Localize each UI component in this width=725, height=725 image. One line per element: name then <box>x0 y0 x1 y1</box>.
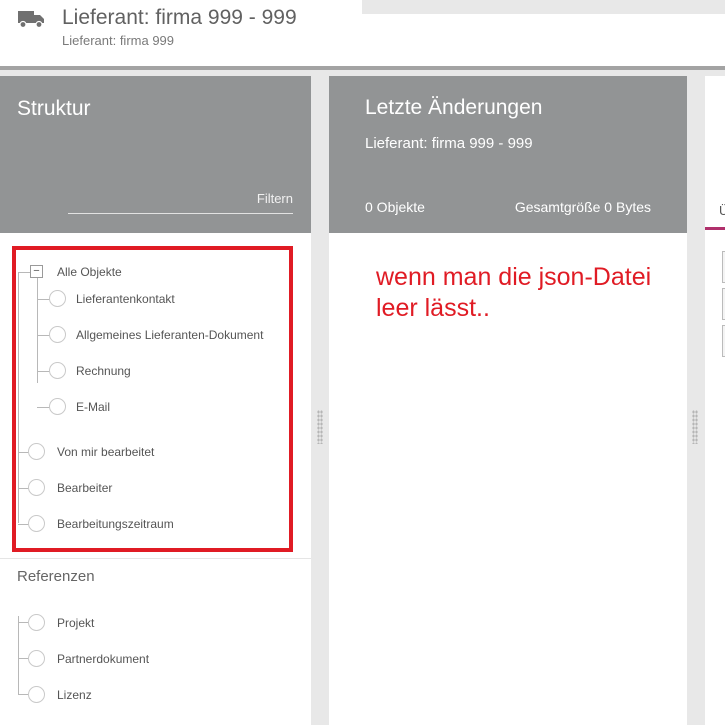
collapse-toggle-icon[interactable]: − <box>30 265 43 278</box>
filter-input[interactable]: Filtern <box>68 188 293 214</box>
tree-node-e-mail[interactable]: E-Mail <box>76 400 110 414</box>
header-background-strip <box>362 0 725 14</box>
structure-panel-header: Struktur Filtern <box>0 76 311 233</box>
annotation-text: wenn man die json-Datei leer lässt.. <box>376 263 652 322</box>
tree-connector <box>18 616 19 694</box>
tab-overview[interactable]: Ü <box>719 203 725 218</box>
tree-node-circle-icon[interactable] <box>49 326 66 343</box>
reference-item-lizenz[interactable]: Lizenz <box>57 688 92 702</box>
reference-item-partnerdokument[interactable]: Partnerdokument <box>57 652 149 666</box>
recent-changes-header: Letzte Änderungen Lieferant: firma 999 -… <box>329 76 687 233</box>
reference-item-projekt[interactable]: Projekt <box>57 616 94 630</box>
tree-connector <box>18 658 28 659</box>
structure-panel: Struktur Filtern − Alle Objekte Lieferan… <box>0 76 311 725</box>
structure-tree: − Alle Objekte Lieferantenkontakt Allgem… <box>12 246 293 552</box>
recent-changes-panel: Letzte Änderungen Lieferant: firma 999 -… <box>329 76 687 725</box>
tree-connector <box>18 694 28 695</box>
filter-placeholder: Filtern <box>256 191 293 206</box>
detail-panel: Ü <box>705 76 725 725</box>
total-size: Gesamtgröße 0 Bytes <box>514 199 651 215</box>
tree-node-circle-icon[interactable] <box>49 290 66 307</box>
tree-connector <box>18 273 19 523</box>
page-subtitle: Lieferant: firma 999 <box>62 33 175 48</box>
detail-panel-header: Ü <box>705 76 725 233</box>
tree-node-circle-icon[interactable] <box>28 443 45 460</box>
recent-changes-title: Letzte Änderungen <box>365 96 543 119</box>
tree-connector <box>18 622 28 623</box>
tree-node-bearbeitungszeitraum[interactable]: Bearbeitungszeitraum <box>57 517 174 531</box>
tree-node-rechnung[interactable]: Rechnung <box>76 364 131 378</box>
tree-node-allgemeines-lieferanten-dokument[interactable]: Allgemeines Lieferanten-Dokument <box>76 328 263 342</box>
tree-node-circle-icon[interactable] <box>28 515 45 532</box>
tree-node-lieferantenkontakt[interactable]: Lieferantenkontakt <box>76 292 175 306</box>
tree-node-bearbeiter[interactable]: Bearbeiter <box>57 481 112 495</box>
tree-node-circle-icon[interactable] <box>28 650 45 667</box>
references-title: Referenzen <box>17 568 95 585</box>
truck-icon <box>18 11 44 28</box>
object-count: 0 Objekte <box>365 199 425 215</box>
top-header: Lieferant: firma 999 - 999 Lieferant: fi… <box>0 0 725 70</box>
panel-resize-handle[interactable] <box>692 410 698 444</box>
tree-node-circle-icon[interactable] <box>49 398 66 415</box>
page-title: Lieferant: firma 999 - 999 <box>62 6 297 29</box>
panel-resize-handle[interactable] <box>317 410 323 444</box>
tree-connector <box>37 278 38 383</box>
recent-changes-subtitle: Lieferant: firma 999 - 999 <box>365 135 533 152</box>
active-tab-indicator <box>705 227 725 230</box>
references-divider <box>0 558 311 559</box>
tree-node-alle-objekte[interactable]: Alle Objekte <box>57 265 122 279</box>
tree-node-circle-icon[interactable] <box>49 362 66 379</box>
tree-node-circle-icon[interactable] <box>28 479 45 496</box>
header-divider <box>0 66 725 70</box>
tree-node-circle-icon[interactable] <box>28 686 45 703</box>
structure-title: Struktur <box>17 97 91 120</box>
tree-node-circle-icon[interactable] <box>28 614 45 631</box>
tree-node-von-mir-bearbeitet[interactable]: Von mir bearbeitet <box>57 445 154 459</box>
